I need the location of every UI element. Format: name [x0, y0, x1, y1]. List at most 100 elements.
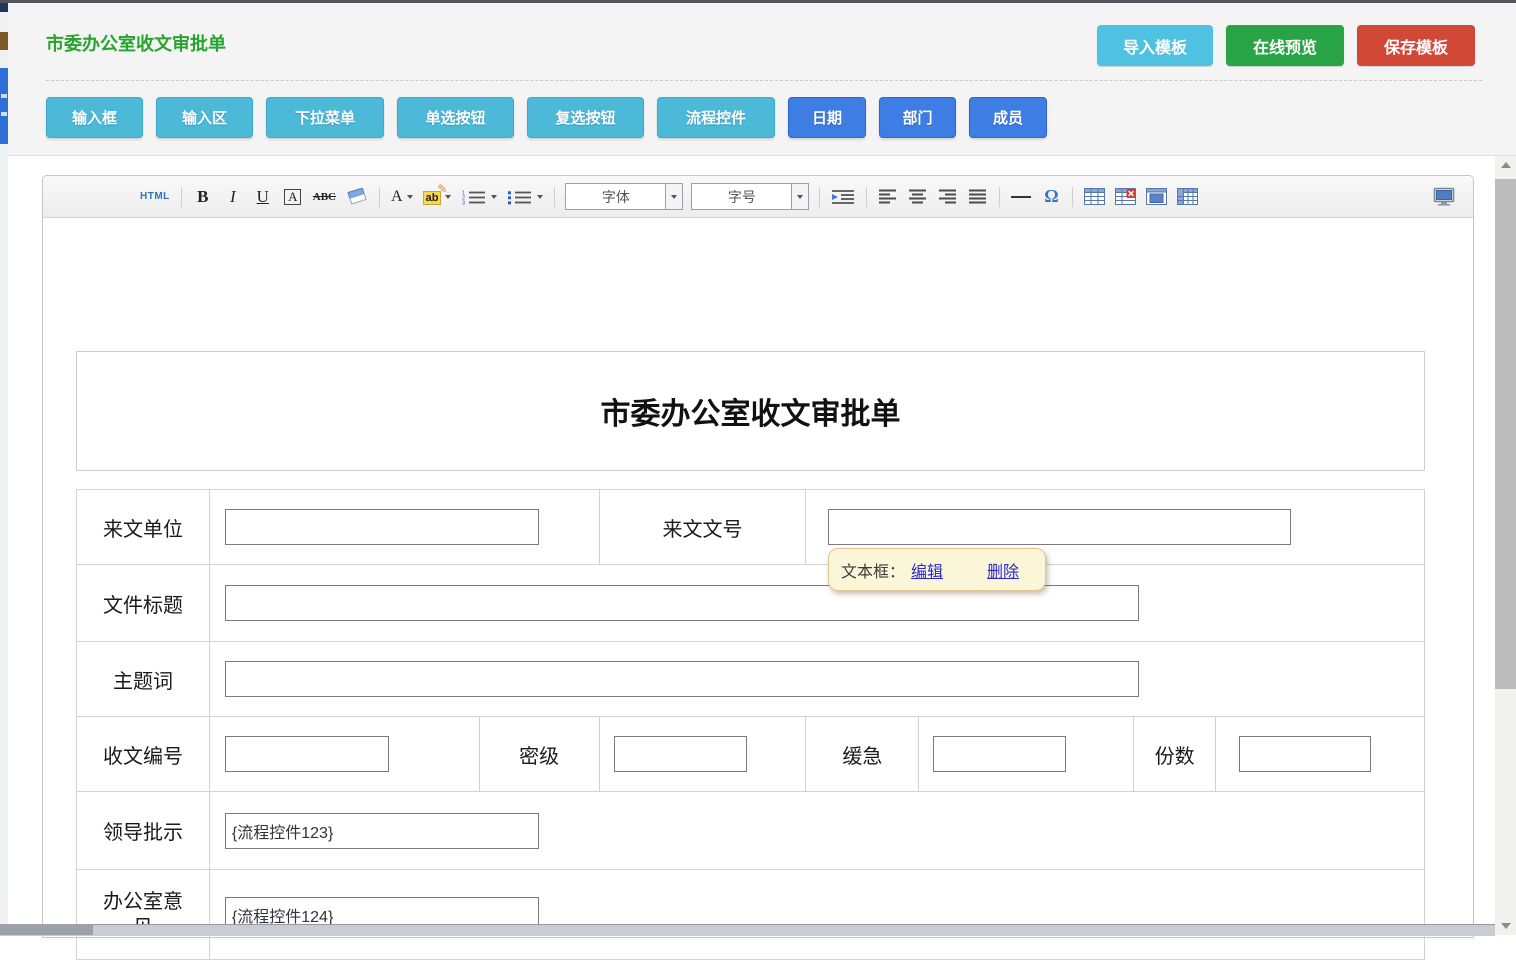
indent-button[interactable] — [829, 184, 857, 210]
cell-properties-button[interactable] — [1144, 184, 1169, 210]
form-label-copies: 份数 — [1134, 717, 1216, 792]
import-template-button[interactable]: 导入模板 — [1097, 25, 1213, 66]
horizontal-rule-button[interactable] — [1009, 184, 1033, 210]
form-label-leader-note: 领导批示 — [77, 792, 210, 870]
font-color-button[interactable]: A — [389, 184, 415, 210]
sliver-brown-fragment — [0, 32, 8, 50]
form-label-urgency: 缓急 — [806, 717, 919, 792]
sliver-tick — [1, 94, 7, 98]
indent-icon — [831, 189, 855, 205]
table-row: 收文编号 密级 缓急 份数 — [77, 717, 1425, 792]
toolbar-separator — [999, 187, 1000, 207]
font-style-box-button[interactable]: A — [281, 184, 305, 210]
strikethrough-button[interactable]: ABC — [311, 184, 338, 210]
unordered-list-icon — [507, 189, 533, 205]
combo-arrow-button[interactable] — [665, 184, 682, 209]
widget-checkbox-button[interactable]: 复选按钮 — [527, 97, 644, 138]
align-center-button[interactable] — [906, 184, 930, 210]
toolbar-separator — [866, 187, 867, 207]
scrollbar-down-button[interactable] — [1495, 917, 1516, 935]
widget-textarea-button[interactable]: 输入区 — [156, 97, 253, 138]
combo-arrow-button[interactable] — [791, 184, 808, 209]
pencil-icon: ✎ — [437, 182, 447, 196]
unordered-list-button[interactable] — [505, 184, 545, 210]
form-field-cell — [210, 792, 1425, 870]
cell-properties-icon — [1146, 188, 1167, 205]
copies-input[interactable] — [1239, 736, 1371, 772]
fullscreen-button[interactable] — [1430, 184, 1458, 210]
vertical-scrollbar[interactable] — [1495, 156, 1516, 935]
form-title: 市委办公室收文审批单 — [601, 389, 901, 433]
table-properties-icon — [1177, 188, 1198, 205]
doc-number-input[interactable] — [828, 509, 1291, 545]
form-field-cell — [210, 870, 1425, 960]
highlight-color-button[interactable]: ab ✎ — [421, 184, 454, 210]
table-properties-button[interactable] — [1175, 184, 1200, 210]
chevron-down-icon — [671, 195, 677, 199]
remove-format-button[interactable] — [344, 184, 370, 210]
widget-radio-button[interactable]: 单选按钮 — [397, 97, 514, 138]
align-right-button[interactable] — [936, 184, 960, 210]
eraser-icon — [346, 188, 368, 205]
table-row: 主题词 — [77, 642, 1425, 717]
widget-date-button[interactable]: 日期 — [788, 97, 866, 138]
form-label-office-opinion: 办公室意见 — [77, 870, 210, 960]
bold-button[interactable]: B — [191, 184, 215, 210]
widget-button-row: 输入框 输入区 下拉菜单 单选按钮 复选按钮 流程控件 日期 部门 成员 — [46, 97, 1047, 138]
italic-button[interactable]: I — [221, 184, 245, 210]
font-size-value: 字号 — [692, 187, 791, 207]
underline-button[interactable]: U — [251, 184, 275, 210]
delete-table-button[interactable] — [1113, 184, 1138, 210]
widget-input-box-button[interactable]: 输入框 — [46, 97, 143, 138]
widget-department-button[interactable]: 部门 — [879, 97, 956, 138]
triangle-down-icon — [1501, 923, 1511, 929]
form-title-cell[interactable]: 市委办公室收文审批单 — [76, 351, 1425, 471]
tooltip-delete-link[interactable]: 删除 — [987, 558, 1019, 582]
font-color-a-icon: A — [391, 188, 403, 206]
keywords-input[interactable] — [225, 661, 1139, 697]
align-justify-icon — [969, 189, 987, 204]
tooltip-label: 文本框： — [841, 558, 905, 582]
form-label-doc-number: 来文文号 — [600, 490, 807, 565]
align-left-button[interactable] — [876, 184, 900, 210]
special-character-button[interactable]: Ω — [1039, 184, 1063, 210]
align-justify-button[interactable] — [966, 184, 990, 210]
form-label-keywords: 主题词 — [77, 642, 210, 717]
insert-table-icon — [1084, 188, 1105, 205]
save-template-button[interactable]: 保存模板 — [1357, 25, 1475, 66]
html-source-button[interactable]: HTML — [138, 184, 172, 210]
leader-note-input[interactable] — [225, 813, 539, 849]
tooltip-edit-link[interactable]: 编辑 — [911, 558, 943, 582]
online-preview-button[interactable]: 在线预览 — [1226, 25, 1344, 66]
scrollbar-thumb[interactable] — [1495, 179, 1516, 689]
receipt-no-input[interactable] — [225, 736, 389, 772]
widget-flow-control-button[interactable]: 流程控件 — [657, 97, 775, 138]
triangle-up-icon — [1501, 162, 1511, 168]
font-size-select[interactable]: 字号 — [691, 183, 809, 210]
ordered-list-icon: 123 — [461, 189, 487, 205]
form-field-cell — [210, 717, 480, 792]
font-family-value: 字体 — [566, 187, 665, 207]
form-table: 来文单位 来文文号 文件标题 主题词 — [76, 489, 1425, 960]
form-field-cell — [919, 717, 1134, 792]
toolbar-separator — [554, 187, 555, 207]
source-unit-input[interactable] — [225, 509, 539, 545]
designer-header: 市委办公室收文审批单 导入模板 在线预览 保存模板 输入框 输入区 下拉菜单 单… — [8, 3, 1516, 156]
form-field-cell — [210, 565, 1425, 642]
insert-table-button[interactable] — [1082, 184, 1107, 210]
table-row: 来文单位 来文文号 — [77, 490, 1425, 565]
background-window-sliver — [0, 0, 8, 935]
chevron-down-icon — [797, 195, 803, 199]
secrecy-input[interactable] — [614, 736, 747, 772]
chevron-down-icon — [491, 195, 497, 199]
monitor-icon — [1432, 187, 1456, 206]
font-family-select[interactable]: 字体 — [565, 183, 683, 210]
widget-member-button[interactable]: 成员 — [969, 97, 1047, 138]
svg-text:3: 3 — [462, 200, 465, 205]
chevron-down-icon — [407, 195, 413, 199]
urgency-input[interactable] — [933, 736, 1066, 772]
richtext-editor: HTML B I U A ABC A ab ✎ 123 — [42, 175, 1474, 938]
scrollbar-up-button[interactable] — [1495, 156, 1516, 174]
widget-dropdown-button[interactable]: 下拉菜单 — [266, 97, 384, 138]
ordered-list-button[interactable]: 123 — [459, 184, 499, 210]
